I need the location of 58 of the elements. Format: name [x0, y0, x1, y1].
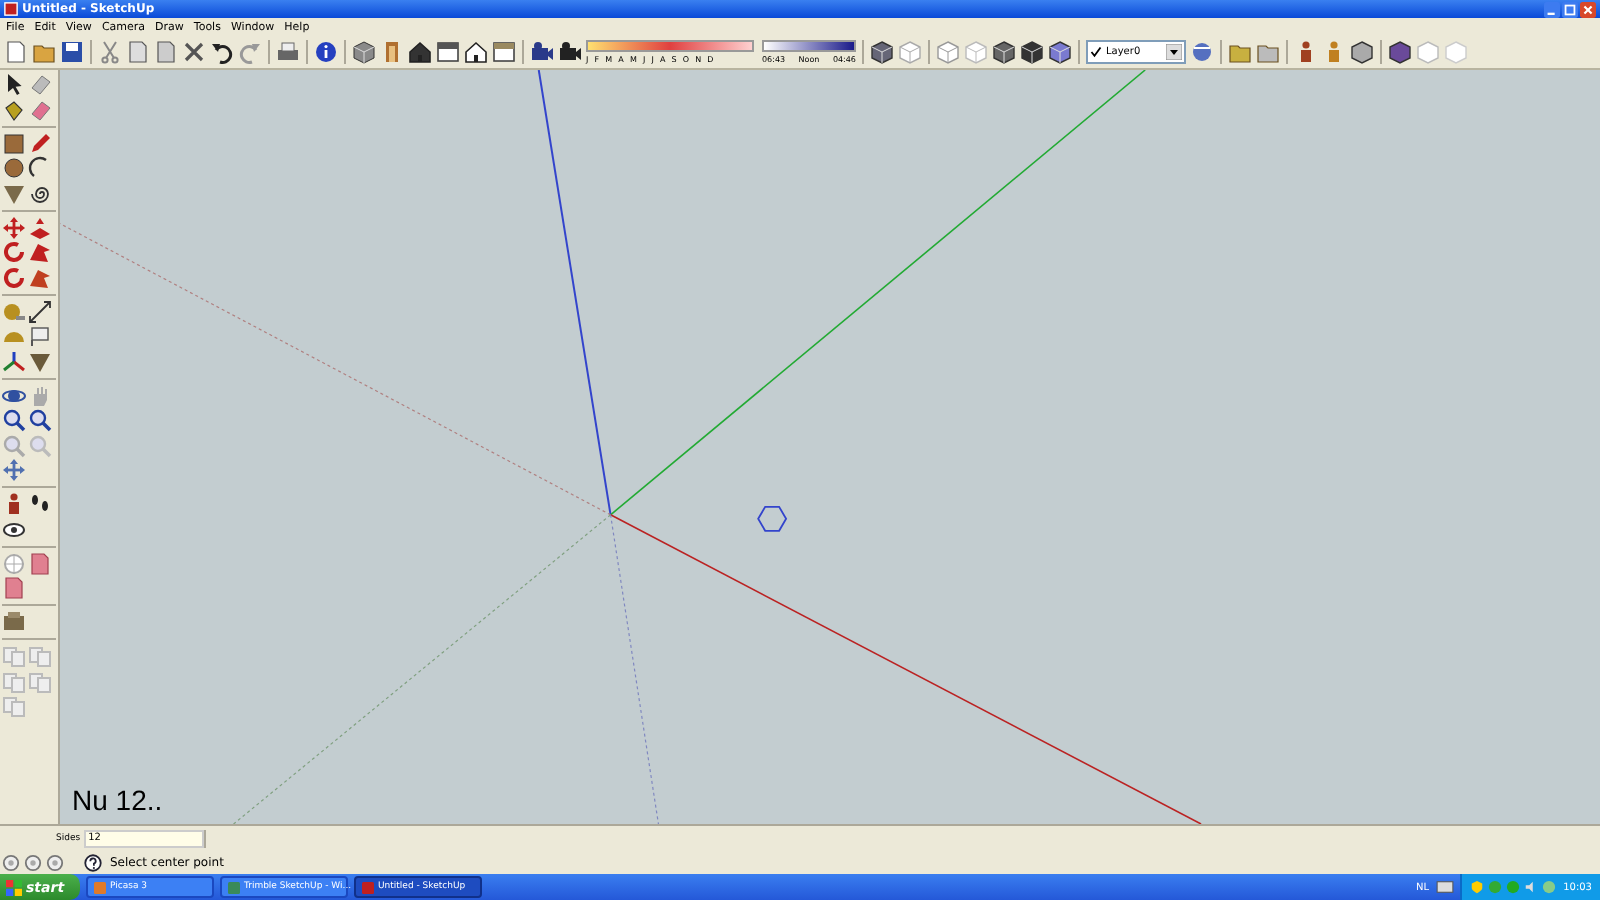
dimension-icon[interactable] — [28, 299, 52, 323]
windows-logo-icon — [6, 879, 22, 895]
printer-icon[interactable] — [276, 40, 300, 64]
hexagon-shape — [757, 505, 788, 532]
drawing-canvas[interactable]: Nu 12.. — [60, 70, 1600, 824]
app-icon — [94, 881, 106, 893]
eye-icon[interactable] — [2, 517, 26, 541]
close-button[interactable] — [1580, 1, 1596, 17]
paste-icon[interactable] — [154, 40, 178, 64]
time-gradient-bar — [762, 40, 856, 52]
move-icon[interactable] — [2, 215, 26, 239]
square-icon[interactable] — [2, 131, 26, 155]
window-icon[interactable] — [436, 40, 460, 64]
folder-icon[interactable] — [32, 40, 56, 64]
text-icon[interactable] — [28, 324, 52, 348]
zoom-icon[interactable] — [2, 408, 26, 432]
app-icon — [362, 881, 374, 893]
help-icon[interactable] — [84, 853, 102, 871]
caret-icon — [1166, 44, 1182, 60]
folder-icon[interactable] — [1228, 40, 1252, 64]
rotate-icon[interactable] — [2, 240, 26, 264]
axes-icon[interactable] — [2, 349, 26, 373]
check-icon — [1090, 46, 1102, 58]
app-icon — [228, 881, 240, 893]
folder-icon[interactable] — [1256, 40, 1280, 64]
circle-icon[interactable] — [2, 156, 26, 180]
window-icon[interactable] — [492, 40, 516, 64]
zoom-extents-icon[interactable] — [2, 458, 26, 482]
zoom-icon[interactable] — [28, 408, 52, 432]
scissors-icon[interactable] — [98, 40, 122, 64]
bucket-icon[interactable] — [2, 97, 26, 121]
push-pull-icon[interactable] — [28, 215, 52, 239]
offset-icon[interactable] — [28, 265, 52, 289]
page-icon[interactable] — [4, 40, 28, 64]
arc-icon[interactable] — [28, 156, 52, 180]
scale-icon[interactable] — [2, 265, 26, 289]
status-circle-icon[interactable] — [46, 853, 64, 871]
delete-icon[interactable] — [182, 40, 206, 64]
footprints-icon[interactable] — [28, 492, 52, 516]
minimize-button[interactable] — [1544, 1, 1560, 17]
annotation-text: Nu 12.. — [72, 784, 163, 816]
house-icon[interactable] — [464, 40, 488, 64]
maximize-button[interactable] — [1562, 1, 1578, 17]
copy-icon[interactable] — [126, 40, 150, 64]
triangle-icon[interactable] — [2, 181, 26, 205]
house-icon[interactable] — [408, 40, 432, 64]
undo-icon[interactable] — [210, 40, 234, 64]
camera-icon[interactable] — [530, 40, 554, 64]
status-circle-icon[interactable] — [24, 853, 42, 871]
status-circle-icon[interactable] — [2, 853, 20, 871]
spiral-icon[interactable] — [28, 181, 52, 205]
app-icon — [4, 2, 18, 16]
camera-icon[interactable] — [558, 40, 582, 64]
cursor-icon[interactable] — [2, 72, 26, 96]
save-icon[interactable] — [60, 40, 84, 64]
pencil-icon[interactable] — [28, 131, 52, 155]
keyboard-icon[interactable] — [1435, 880, 1454, 894]
info-icon[interactable] — [314, 40, 338, 64]
